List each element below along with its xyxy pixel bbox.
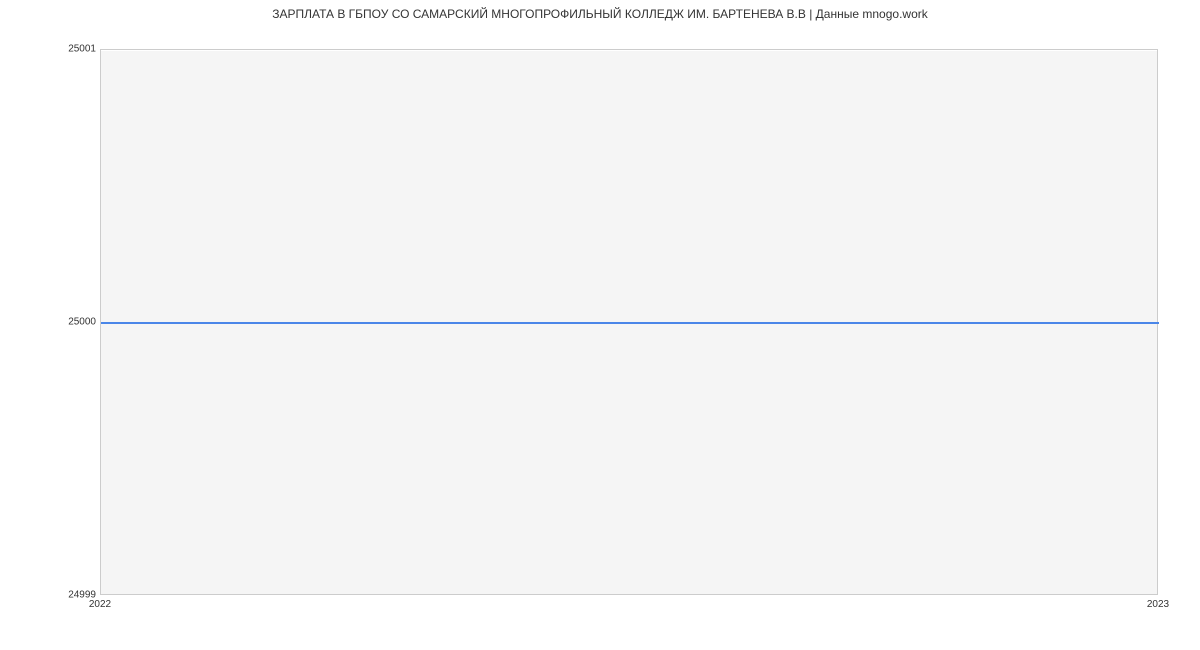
chart-container: ЗАРПЛАТА В ГБПОУ СО САМАРСКИЙ МНОГОПРОФИ… [0, 0, 1200, 650]
plot-area [100, 49, 1158, 595]
x-tick-label: 2023 [1147, 599, 1169, 610]
y-tick-label: 25000 [68, 317, 96, 328]
x-tick-label: 2022 [89, 599, 111, 610]
chart-title: ЗАРПЛАТА В ГБПОУ СО САМАРСКИЙ МНОГОПРОФИ… [0, 7, 1200, 21]
data-line [101, 322, 1159, 324]
gridline [101, 595, 1157, 596]
y-tick-label: 25001 [68, 44, 96, 55]
gridline [101, 50, 1157, 51]
